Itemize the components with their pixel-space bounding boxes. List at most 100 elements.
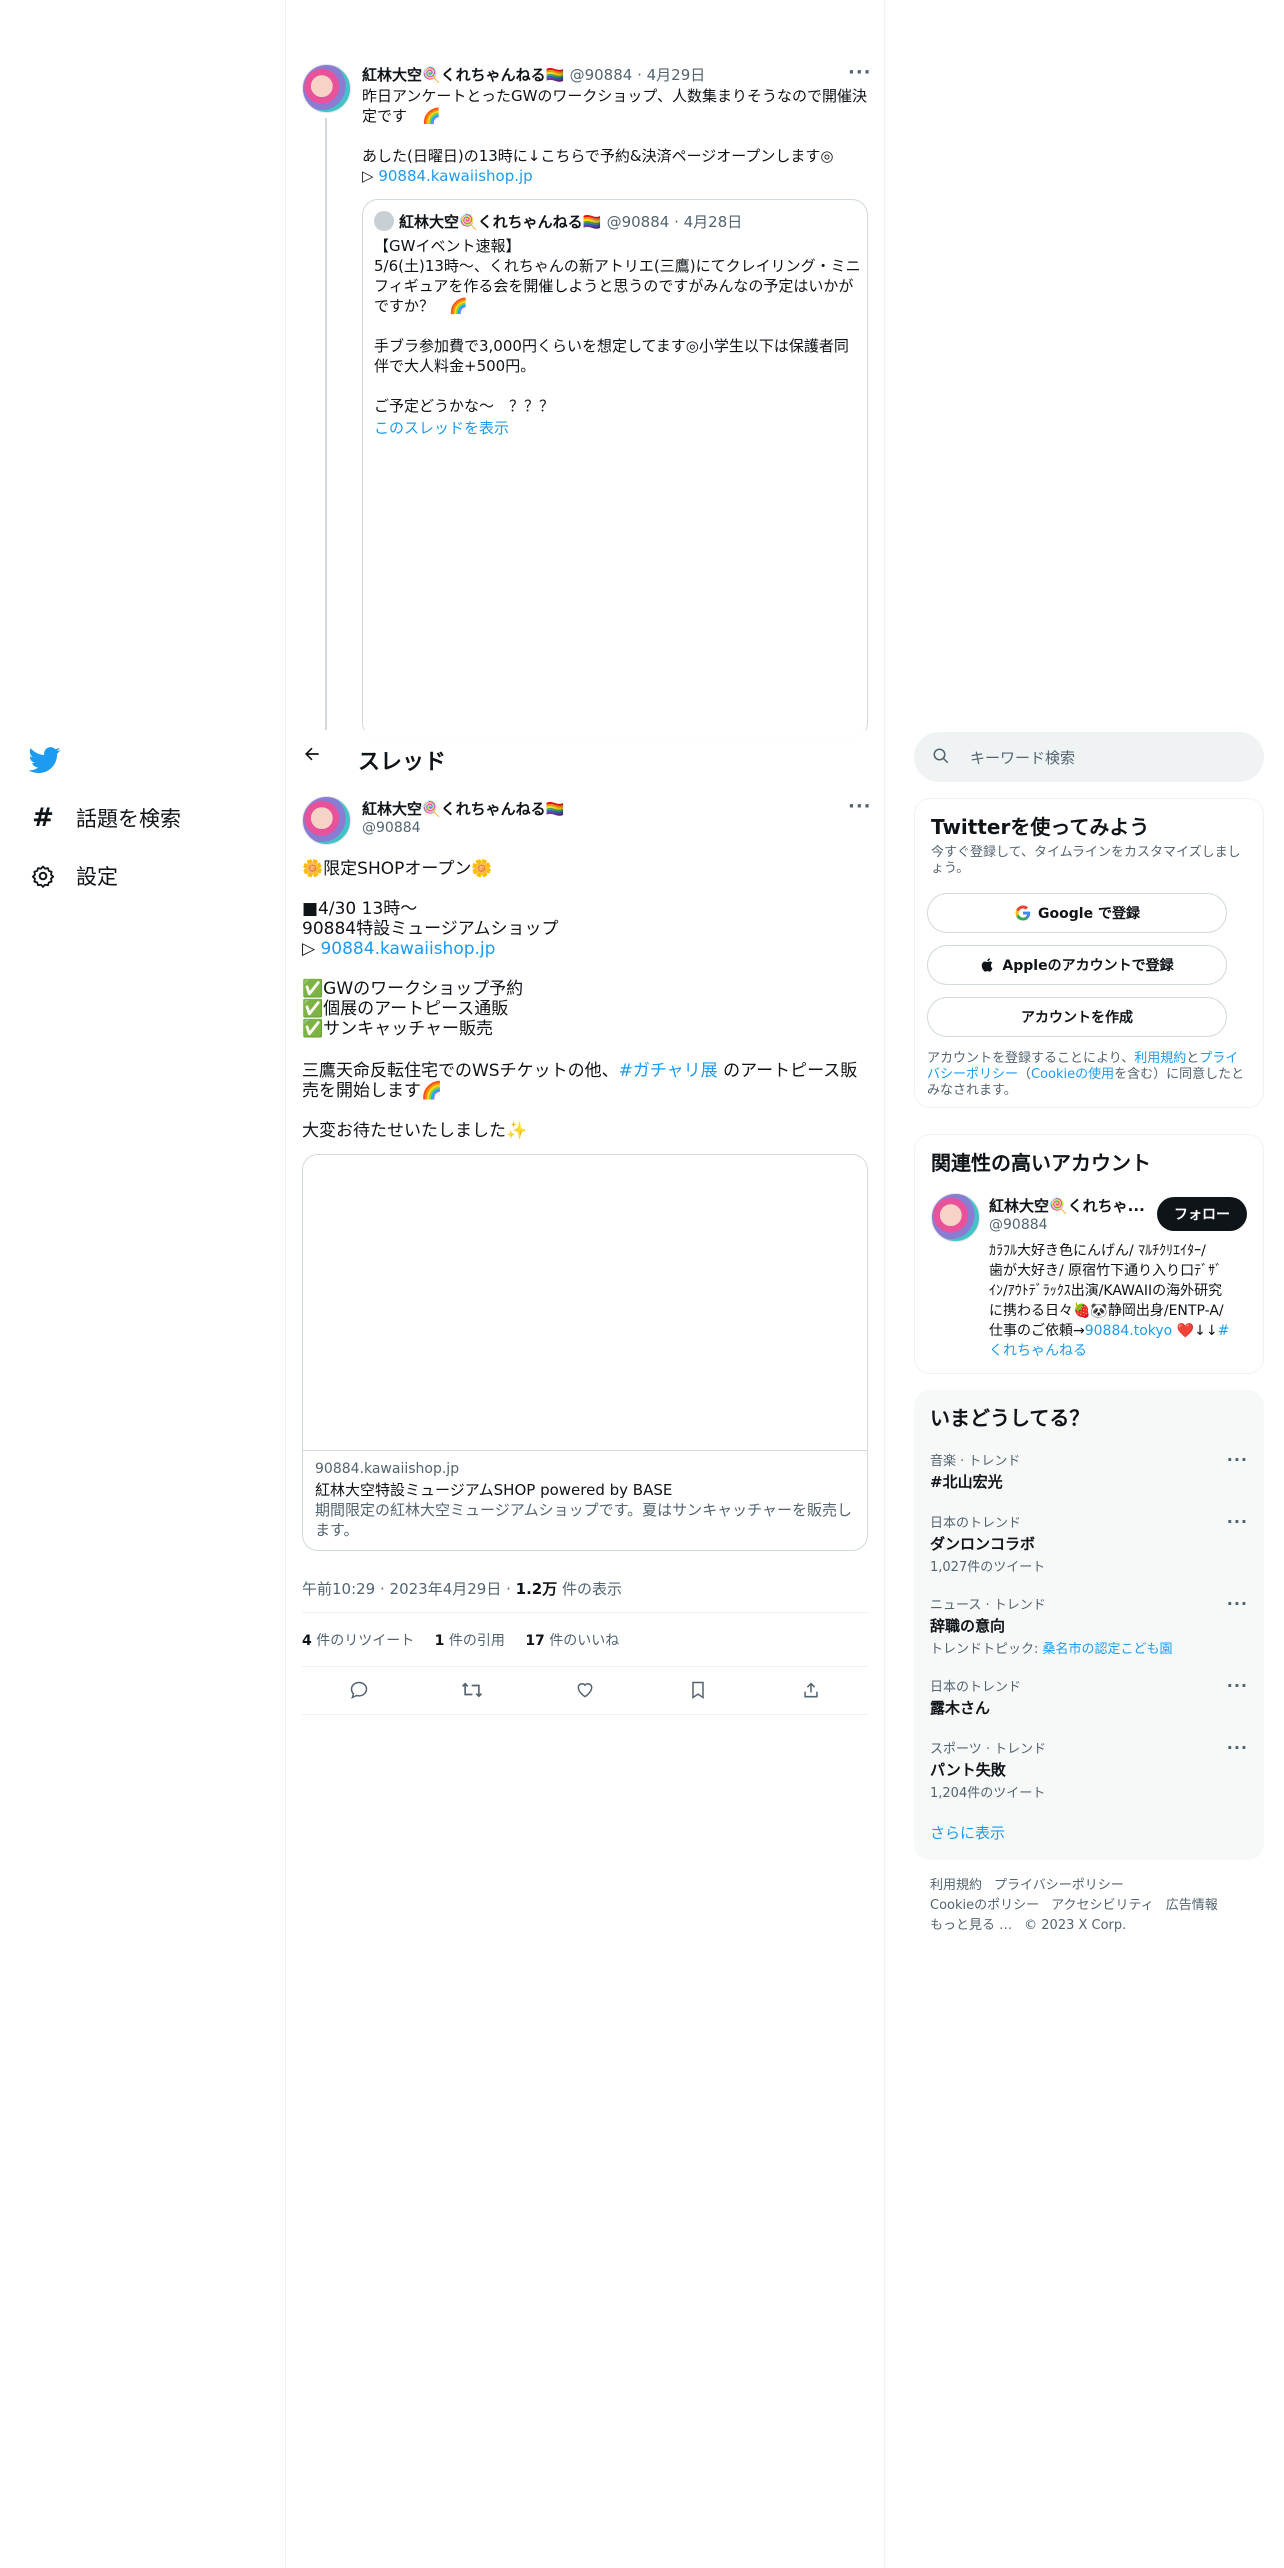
trend-topic-link[interactable]: 桑名市の認定こども園 [1043,1642,1173,1657]
bio-link[interactable]: 90884.tokyo [1085,1323,1173,1339]
terms-text: （ [1018,1067,1032,1082]
trend-name: #北山宏光 [930,1473,1003,1491]
avatar[interactable] [302,796,351,845]
footer-ads-link[interactable]: 広告情報 [1166,1898,1218,1913]
more-icon[interactable]: ··· [1227,1738,1248,1757]
retweets-label: 件のリツイート [311,1633,415,1649]
privacy-link[interactable]: プライ [1199,1051,1238,1066]
bio-line: に携わる日々🍓🐼静岡出身/ENTP-A/ [989,1303,1224,1319]
footer-terms-link[interactable]: 利用規約 [930,1878,982,1893]
views-count: 1.2万 [515,1580,558,1598]
bookmark-icon[interactable] [686,1678,710,1702]
search-input[interactable]: キーワード検索 [970,747,1075,768]
more-icon[interactable]: ··· [1227,1594,1248,1613]
trend-item[interactable]: 日本のトレンド 露木さん ··· [930,1676,1248,1718]
gear-icon [29,862,57,890]
quoted-tweet[interactable]: 紅林大空🍭くれちゃんねる🏳️‍🌈 @90884 · 4月28日 【GWイベント速… [362,199,868,739]
thread-header: スレッド [286,730,884,787]
nav-settings[interactable]: 設定 [29,858,118,894]
google-icon [1014,904,1032,922]
bio-text: ❤️↓↓ [1172,1323,1218,1339]
trend-item[interactable]: スポーツ · トレンド パント失敗 1,204件のツイート ··· [930,1738,1248,1801]
search-bar[interactable]: キーワード検索 [914,732,1264,782]
footer-accessibility-link[interactable]: アクセシビリティ [1051,1898,1154,1913]
signup-subtitle-line: ょう。 [931,861,970,876]
tweet-text-line: 定です 🌈 [362,107,441,125]
more-icon[interactable]: ··· [1227,1676,1248,1695]
show-thread-link[interactable]: このスレッドを表示 [374,418,509,438]
terms-link[interactable]: 利用規約 [1134,1051,1186,1066]
trend-item[interactable]: 音楽 · トレンド #北山宏光 ··· [930,1450,1248,1492]
tweet-timestamp-row: 午前10:29 · 2023年4月29日 · 1.2万 件の表示 [302,1578,622,1599]
follow-button[interactable]: フォロー [1157,1197,1247,1231]
bio-line: 歯が大好き/ 原宿竹下通り入り口ﾃﾞｻﾞ [989,1263,1223,1279]
footer-cookie-link[interactable]: Cookieのポリシー [930,1898,1039,1913]
back-arrow-icon[interactable] [302,744,322,770]
trend-name: ダンロンコラボ [930,1535,1036,1553]
tweet-body-line: 三鷹天命反転住宅でのWSチケットの他、#ガチャリ展 のアートピース販 [302,1060,857,1082]
reply-icon[interactable] [347,1678,371,1702]
quote-text-line: 伴で大人料金+500円。 [374,357,536,375]
views-label: 件の表示 [557,1580,623,1598]
terms-text: と [1186,1051,1200,1066]
tweet-body-line: 売を開始します🌈 [302,1081,443,1101]
more-icon[interactable]: ··· [1227,1450,1248,1469]
like-icon[interactable] [573,1678,597,1702]
sidebar-footer: 利用規約 プライバシーポリシー Cookieのポリシー アクセシビリティ 広告情報 も… [930,1876,1230,1936]
engagement-stats: 4 件のリツイート 1 件の引用 17 件のいいね [302,1630,619,1650]
bio-hashtag[interactable]: くれちゃんねる [989,1341,1249,1361]
footer-privacy-link[interactable]: プライバシーポリシー [994,1878,1124,1893]
quote-text-line: フィギュアを作る会を開催しようと思うのですがみんなの予定はいかが [374,277,854,295]
quote-text-line: 5/6(土)13時〜、くれちゃんの新アトリエ(三鷹)にてクレイリング・ミニ [374,257,861,275]
twitter-bird-icon[interactable] [28,744,61,776]
create-account-button[interactable]: アカウントを作成 [927,997,1227,1037]
author-name[interactable]: 紅林大空🍭くれちゃんねる🏳️‍🌈 [362,798,564,819]
avatar[interactable] [302,64,351,113]
tweet-author: 紅林大空🍭くれちゃんねる🏳️‍🌈 @90884 · 4月29日 [362,64,705,85]
shop-link[interactable]: 90884.kawaiishop.jp [378,167,532,185]
more-icon[interactable]: ··· [848,796,872,817]
author-name[interactable]: 紅林大空🍭くれちゃんねる🏳️‍🌈 [362,66,564,84]
footer-more-link[interactable]: もっと見る … [930,1918,1012,1933]
likes-stat[interactable]: 17 件のいいね [525,1633,619,1649]
signup-subtitle-line: 今すぐ登録して、タイムラインをカスタマイズしまし [931,845,1241,860]
hashtag-link[interactable]: #ガチャリ展 [619,1061,718,1081]
body-text: 三鷹天命反転住宅でのWSチケットの他、 [302,1061,619,1081]
nav-explore[interactable]: # 話題を検索 [29,800,181,836]
likes-label: 件のいいね [544,1633,620,1649]
google-signup-button[interactable]: Google で登録 [927,893,1227,933]
share-icon[interactable] [799,1678,823,1702]
nav-explore-label: 話題を検索 [76,807,181,831]
trend-item[interactable]: ニュース · トレンド 辞職の意向 トレンドトピック: 桑名市の認定こども園 ·… [930,1594,1248,1657]
quotes-count: 1 [434,1633,445,1649]
privacy-link[interactable]: バシーポリシー [927,1067,1018,1082]
apple-signup-button[interactable]: Appleのアカウントで登録 [927,945,1227,985]
more-icon[interactable]: ··· [848,62,872,83]
retweets-stat[interactable]: 4 件のリツイート [302,1633,414,1649]
tweet-timestamp[interactable]: 午前10:29 · 2023年4月29日 · [302,1580,516,1598]
tweet-actions [302,1678,868,1702]
signup-title: Twitterを使ってみよう [931,815,1150,839]
apple-signup-label: Appleのアカウントで登録 [1002,958,1174,974]
bio-hashtag[interactable]: # [1218,1323,1230,1339]
related-handle[interactable]: @90884 [989,1217,1048,1233]
trend-name: 辞職の意向 [930,1617,1006,1635]
quotes-stat[interactable]: 1 件の引用 [435,1633,505,1649]
show-more-trends-link[interactable]: さらに表示 [930,1822,1005,1843]
trend-item[interactable]: 日本のトレンド ダンロンコラボ 1,027件のツイート ··· [930,1512,1248,1575]
tweet-body-line: ✅個展のアートピース通販 [302,999,509,1019]
trend-count: 1,204件のツイート [930,1786,1046,1801]
search-icon [932,747,950,769]
retweet-icon[interactable] [460,1678,484,1702]
author-handle[interactable]: @90884 [362,820,421,836]
cookie-link[interactable]: Cookieの使用 [1031,1067,1114,1082]
link-card[interactable]: 90884.kawaiishop.jp 紅林大空特設ミュージアムSHOP pow… [302,1154,868,1551]
more-icon[interactable]: ··· [1227,1512,1248,1531]
signup-terms: アカウントを登録することにより、利用規約とプライ バシーポリシー（Cookieの… [927,1051,1247,1099]
link-prefix: ▷ [362,167,379,185]
quote-handle-date: @90884 · 4月28日 [606,213,743,231]
related-name[interactable]: 紅林大空🍭くれちゃ... [989,1195,1145,1216]
trend-category: 音楽 · トレンド [930,1454,1021,1469]
shop-link[interactable]: 90884.kawaiishop.jp [320,939,495,959]
avatar[interactable] [931,1193,980,1242]
